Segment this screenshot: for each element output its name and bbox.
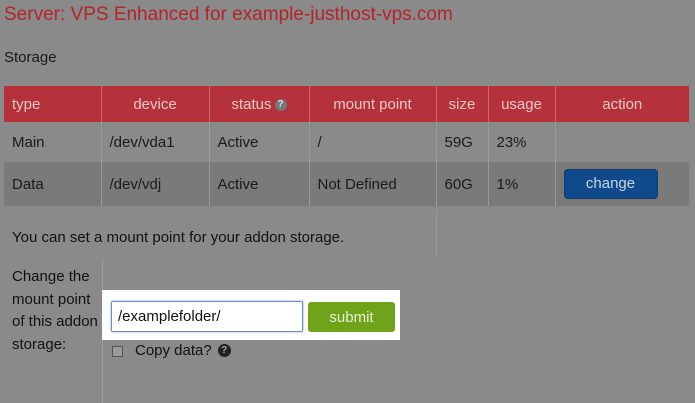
mount-form-panel: submit [102, 290, 400, 340]
change-button[interactable]: change [563, 169, 658, 199]
column-header-size: size [436, 86, 489, 122]
table-row: Main /dev/vda1 Active / 59G 23% [4, 122, 689, 162]
column-header-type: type [4, 86, 102, 122]
mount-point-input[interactable] [111, 301, 303, 332]
cell-usage: 1% [488, 162, 556, 206]
storage-table: type device status? mount point size usa… [4, 86, 689, 206]
divider [436, 210, 437, 258]
cell-usage: 23% [488, 122, 556, 162]
column-header-status-label: status [231, 95, 272, 113]
cell-action [555, 122, 689, 162]
copy-data-label: Copy data? [135, 342, 212, 359]
cell-type: Data [4, 162, 102, 206]
cell-status: Active [209, 122, 310, 162]
cell-type: Main [4, 122, 102, 162]
copy-data-checkbox[interactable] [112, 345, 123, 357]
column-header-status: status? [209, 86, 310, 122]
submit-button[interactable]: submit [308, 302, 395, 332]
question-mark-icon[interactable]: ? [217, 344, 231, 357]
cell-mount-point: / [309, 122, 437, 162]
column-header-action: action [555, 86, 689, 122]
column-header-usage: usage [488, 86, 556, 122]
cell-size: 60G [436, 162, 489, 206]
table-row: Data /dev/vdj Active Not Defined 60G 1% … [4, 162, 689, 206]
cell-size: 59G [436, 122, 489, 162]
mount-form-label: Change the mount point of this addon sto… [12, 268, 98, 353]
question-mark-icon[interactable]: ? [274, 98, 287, 111]
copy-data-row: Copy data? ? [112, 342, 231, 359]
cell-device: /dev/vdj [101, 162, 210, 206]
page-title: Server: VPS Enhanced for example-justhos… [4, 4, 453, 25]
table-header-row: type device status? mount point size usa… [4, 86, 689, 122]
cell-action: change [555, 162, 689, 206]
column-header-device: device [101, 86, 210, 122]
cell-status: Active [209, 162, 310, 206]
cell-device: /dev/vda1 [101, 122, 210, 162]
section-label-storage: Storage [4, 49, 57, 66]
mount-info-text: You can set a mount point for your addon… [12, 229, 345, 246]
column-header-mount-point: mount point [309, 86, 437, 122]
cell-mount-point: Not Defined [309, 162, 437, 206]
